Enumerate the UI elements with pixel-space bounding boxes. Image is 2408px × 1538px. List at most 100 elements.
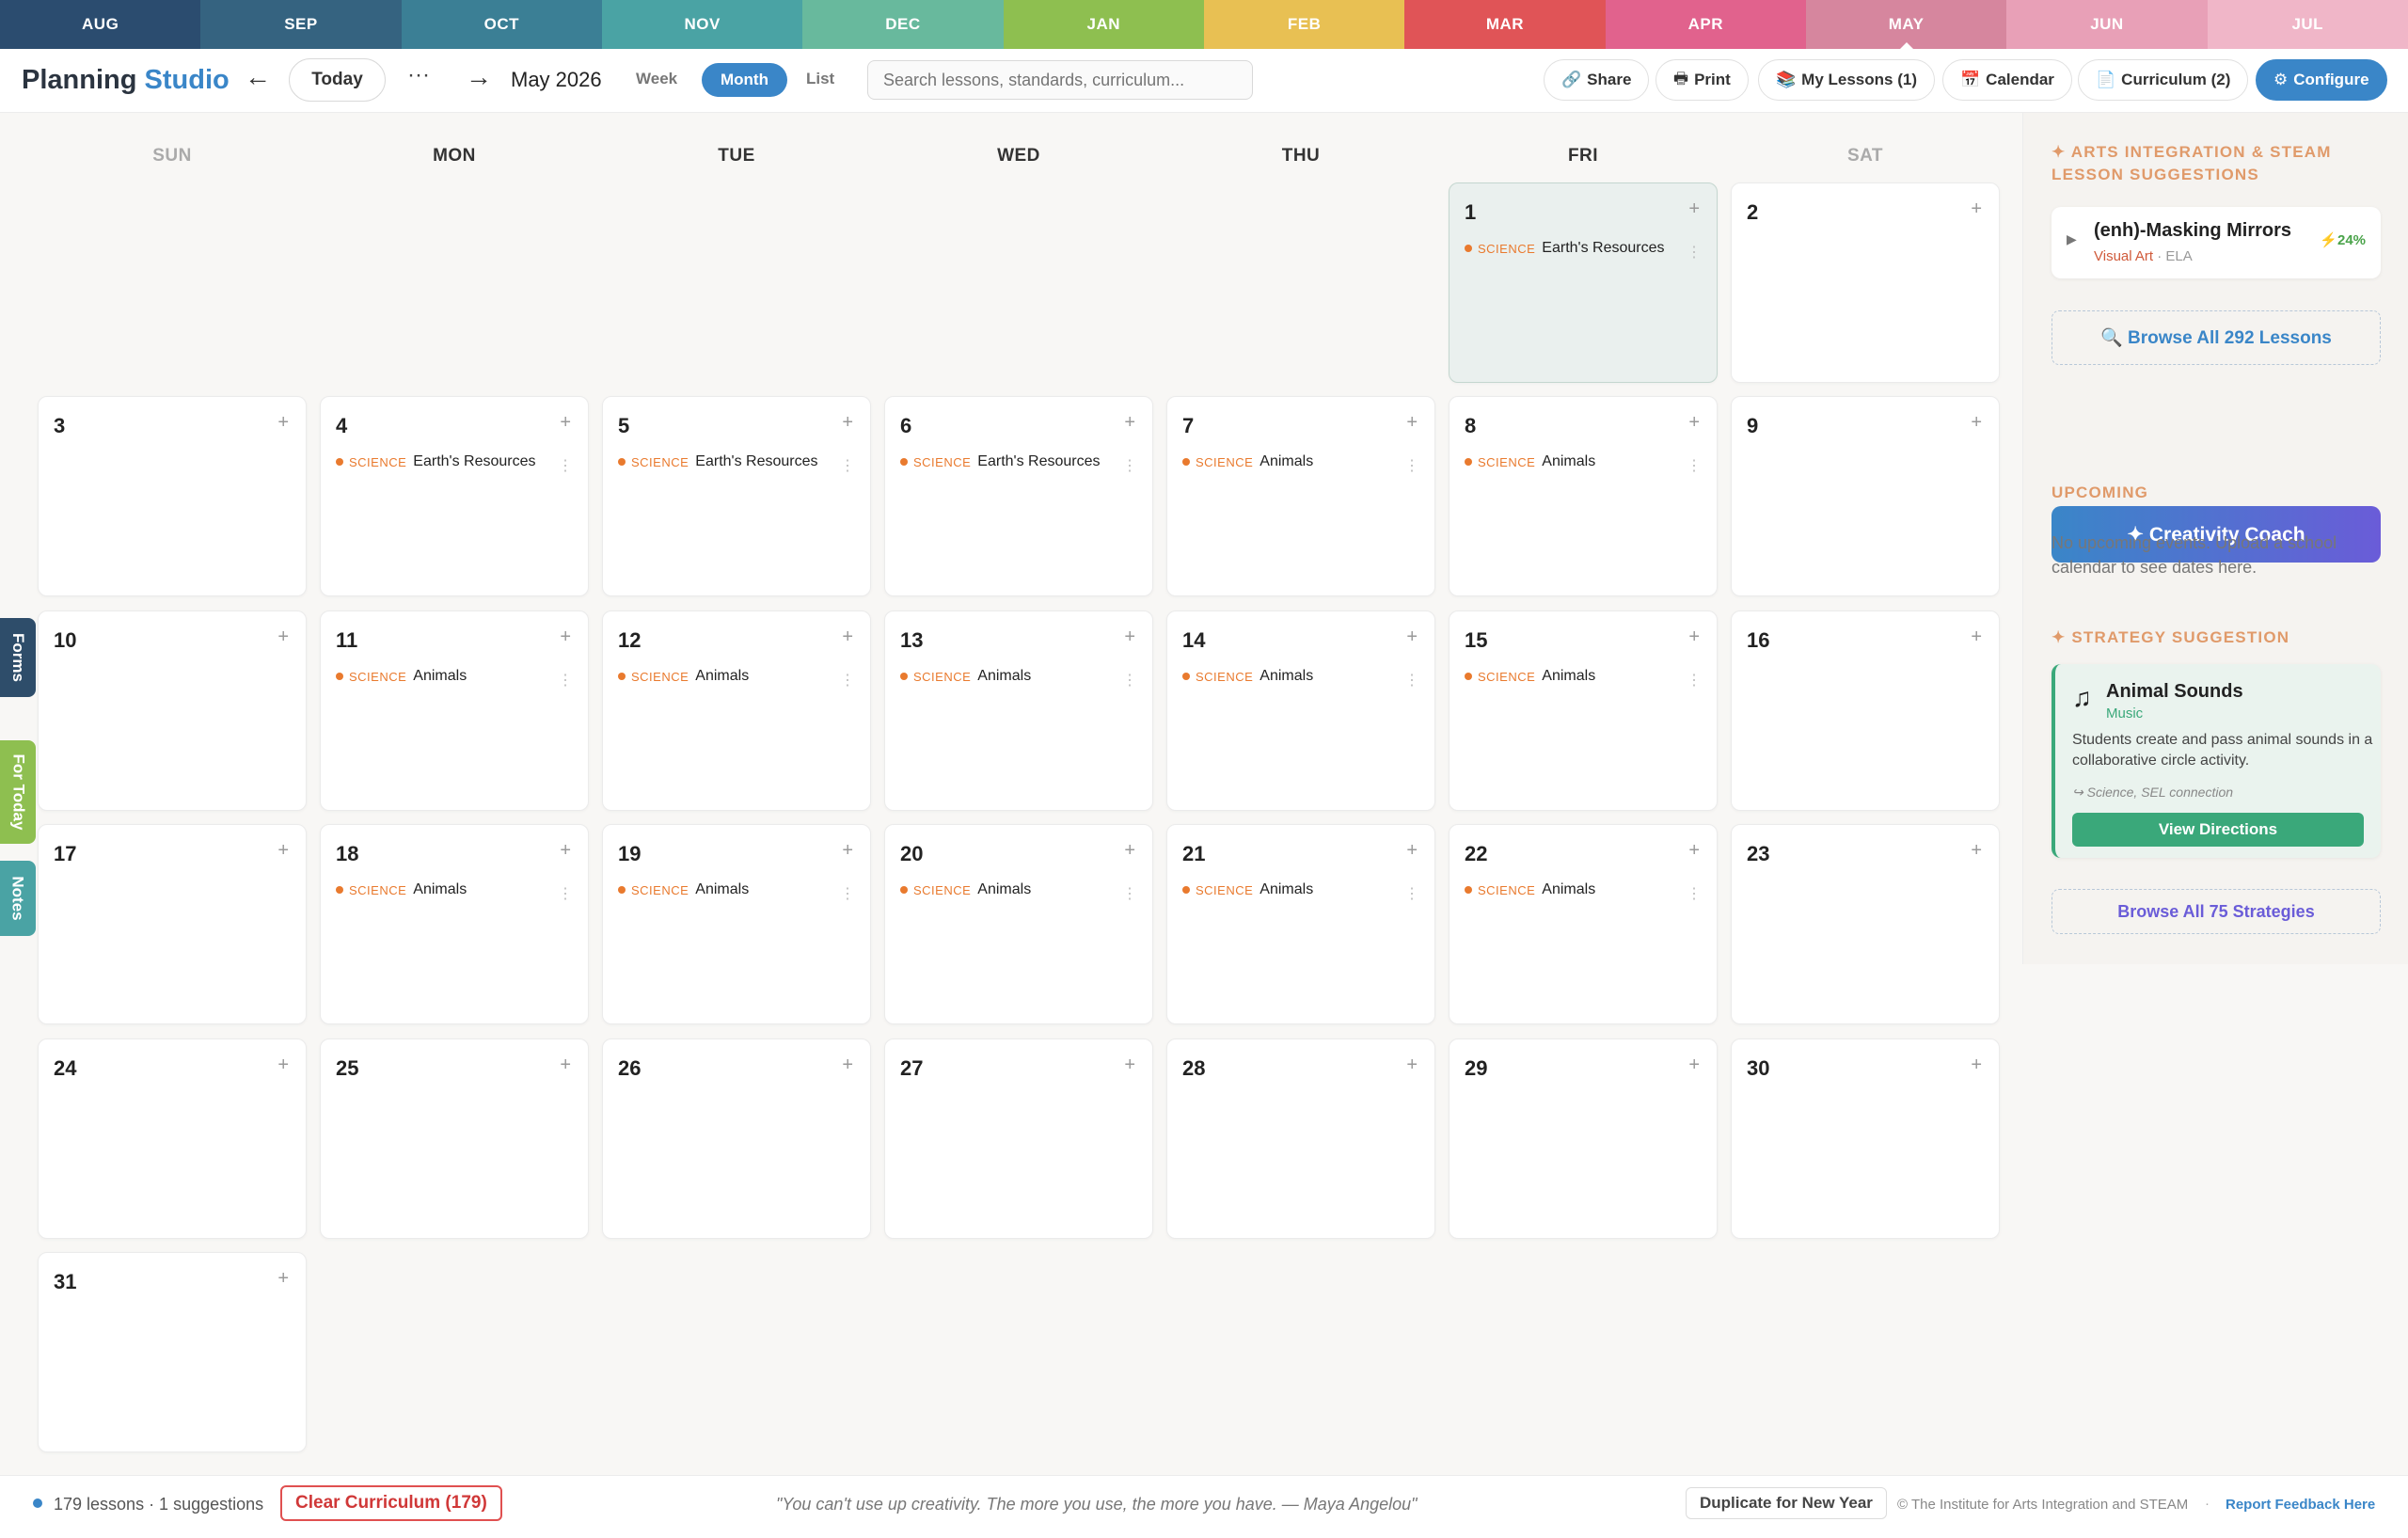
day-cell[interactable]: 10 + [38,610,307,811]
add-lesson-plus-icon[interactable]: + [1406,1054,1418,1076]
add-lesson-plus-icon[interactable]: + [1688,1054,1700,1076]
day-cell[interactable]: 5 + SCIENCE Earth's Resources ⋮ [602,396,871,596]
day-cell[interactable]: 17 + [38,824,307,1024]
lesson-menu-icon[interactable]: ⋮ [840,671,855,690]
month-tab-jul[interactable]: JUL [2207,0,2408,49]
add-lesson-plus-icon[interactable]: + [560,1054,571,1076]
view-list-tab[interactable]: List [806,70,834,88]
add-lesson-plus-icon[interactable]: + [277,1268,289,1290]
prev-month-arrow-icon[interactable]: ← [245,62,271,92]
lesson-item[interactable]: SCIENCE Animals ⋮ [1465,668,1702,689]
lesson-menu-icon[interactable]: ⋮ [1687,243,1702,262]
add-lesson-plus-icon[interactable]: + [1688,412,1700,434]
add-lesson-plus-icon[interactable]: + [277,412,289,434]
day-cell[interactable]: 28 + [1166,1039,1435,1239]
month-tab-mar[interactable]: MAR [1404,0,1606,49]
side-tab-forms[interactable]: Forms [0,618,36,697]
month-tab-aug[interactable]: AUG [0,0,201,49]
month-tab-feb[interactable]: FEB [1203,0,1405,49]
lesson-item[interactable]: SCIENCE Earth's Resources ⋮ [618,453,855,474]
lesson-menu-icon[interactable]: ⋮ [1687,671,1702,690]
configure-button[interactable]: ⚙ Configure [2256,59,2387,101]
lesson-item[interactable]: SCIENCE Animals ⋮ [618,881,855,902]
lesson-menu-icon[interactable]: ⋮ [1122,671,1137,690]
side-tab-for-today[interactable]: For Today [0,740,36,844]
day-cell[interactable]: 16 + [1731,610,2000,811]
day-cell[interactable]: 14 + SCIENCE Animals ⋮ [1166,610,1435,811]
lesson-menu-icon[interactable]: ⋮ [1687,456,1702,475]
lesson-item[interactable]: SCIENCE Animals ⋮ [336,668,573,689]
view-directions-button[interactable]: View Directions [2072,813,2364,847]
browse-strategies-button[interactable]: Browse All 75 Strategies [2052,889,2381,934]
curriculum-button[interactable]: 📄 Curriculum (2) [2078,59,2249,101]
month-tab-oct[interactable]: OCT [401,0,602,49]
add-lesson-plus-icon[interactable]: + [1971,840,1982,862]
day-cell[interactable]: 4 + SCIENCE Earth's Resources ⋮ [320,396,589,596]
calendar-button[interactable]: 📅 Calendar [1942,59,2072,101]
lesson-item[interactable]: SCIENCE Animals ⋮ [1182,881,1419,902]
lesson-item[interactable]: SCIENCE Earth's Resources ⋮ [1465,240,1702,261]
day-cell[interactable]: 20 + SCIENCE Animals ⋮ [884,824,1153,1024]
add-lesson-plus-icon[interactable]: + [1688,198,1700,220]
more-icon[interactable]: ··· [407,62,430,88]
lesson-item[interactable]: SCIENCE Animals ⋮ [900,881,1137,902]
add-lesson-plus-icon[interactable]: + [1971,198,1982,220]
add-lesson-plus-icon[interactable]: + [1406,840,1418,862]
add-lesson-plus-icon[interactable]: + [1124,626,1135,648]
add-lesson-plus-icon[interactable]: + [560,840,571,862]
day-cell[interactable]: 13 + SCIENCE Animals ⋮ [884,610,1153,811]
day-cell[interactable]: 9 + [1731,396,2000,596]
share-button[interactable]: 🔗 Share [1544,59,1650,101]
lesson-menu-icon[interactable]: ⋮ [558,456,573,475]
day-cell[interactable]: 1 + SCIENCE Earth's Resources ⋮ [1449,182,1718,383]
day-cell[interactable]: 24 + [38,1039,307,1239]
lesson-menu-icon[interactable]: ⋮ [1404,671,1419,690]
day-cell[interactable]: 7 + SCIENCE Animals ⋮ [1166,396,1435,596]
lesson-item[interactable]: SCIENCE Animals ⋮ [900,668,1137,689]
day-cell[interactable]: 31 + [38,1252,307,1452]
lesson-item[interactable]: SCIENCE Animals ⋮ [336,881,573,902]
month-tab-may[interactable]: MAY [1805,0,2007,49]
month-tab-jun[interactable]: JUN [2006,0,2208,49]
lesson-menu-icon[interactable]: ⋮ [840,884,855,903]
add-lesson-plus-icon[interactable]: + [277,626,289,648]
day-cell[interactable]: 6 + SCIENCE Earth's Resources ⋮ [884,396,1153,596]
my-lessons-button[interactable]: 📚 My Lessons (1) [1758,59,1935,101]
day-cell[interactable]: 21 + SCIENCE Animals ⋮ [1166,824,1435,1024]
lesson-menu-icon[interactable]: ⋮ [1122,456,1137,475]
day-cell[interactable]: 29 + [1449,1039,1718,1239]
view-week-tab[interactable]: Week [636,70,677,88]
day-cell[interactable]: 26 + [602,1039,871,1239]
day-cell[interactable]: 18 + SCIENCE Animals ⋮ [320,824,589,1024]
month-tab-jan[interactable]: JAN [1003,0,1204,49]
lesson-item[interactable]: SCIENCE Animals ⋮ [1465,453,1702,474]
clear-curriculum-button[interactable]: Clear Curriculum (179) [280,1485,502,1521]
expand-icon[interactable]: ▶ [2067,231,2077,247]
day-cell[interactable]: 27 + [884,1039,1153,1239]
day-cell[interactable]: 2 + [1731,182,2000,383]
month-tab-sep[interactable]: SEP [200,0,402,49]
lesson-item[interactable]: SCIENCE Earth's Resources ⋮ [900,453,1137,474]
today-button[interactable]: Today [289,58,386,102]
lesson-menu-icon[interactable]: ⋮ [840,456,855,475]
view-month-tab[interactable]: Month [702,63,787,97]
day-cell[interactable]: 11 + SCIENCE Animals ⋮ [320,610,589,811]
add-lesson-plus-icon[interactable]: + [1124,412,1135,434]
day-cell[interactable]: 30 + [1731,1039,2000,1239]
day-cell[interactable]: 8 + SCIENCE Animals ⋮ [1449,396,1718,596]
add-lesson-plus-icon[interactable]: + [1688,626,1700,648]
add-lesson-plus-icon[interactable]: + [560,626,571,648]
add-lesson-plus-icon[interactable]: + [1406,626,1418,648]
day-cell[interactable]: 22 + SCIENCE Animals ⋮ [1449,824,1718,1024]
next-month-arrow-icon[interactable]: → [466,62,492,92]
lesson-item[interactable]: SCIENCE Earth's Resources ⋮ [336,453,573,474]
day-cell[interactable]: 15 + SCIENCE Animals ⋮ [1449,610,1718,811]
add-lesson-plus-icon[interactable]: + [842,840,853,862]
lesson-menu-icon[interactable]: ⋮ [558,671,573,690]
day-cell[interactable]: 12 + SCIENCE Animals ⋮ [602,610,871,811]
add-lesson-plus-icon[interactable]: + [1971,626,1982,648]
lesson-item[interactable]: SCIENCE Animals ⋮ [1182,453,1419,474]
report-feedback-link[interactable]: Report Feedback Here [2226,1497,2375,1513]
add-lesson-plus-icon[interactable]: + [1971,1054,1982,1076]
browse-lessons-button[interactable]: 🔍 Browse All 292 Lessons [2052,310,2381,365]
